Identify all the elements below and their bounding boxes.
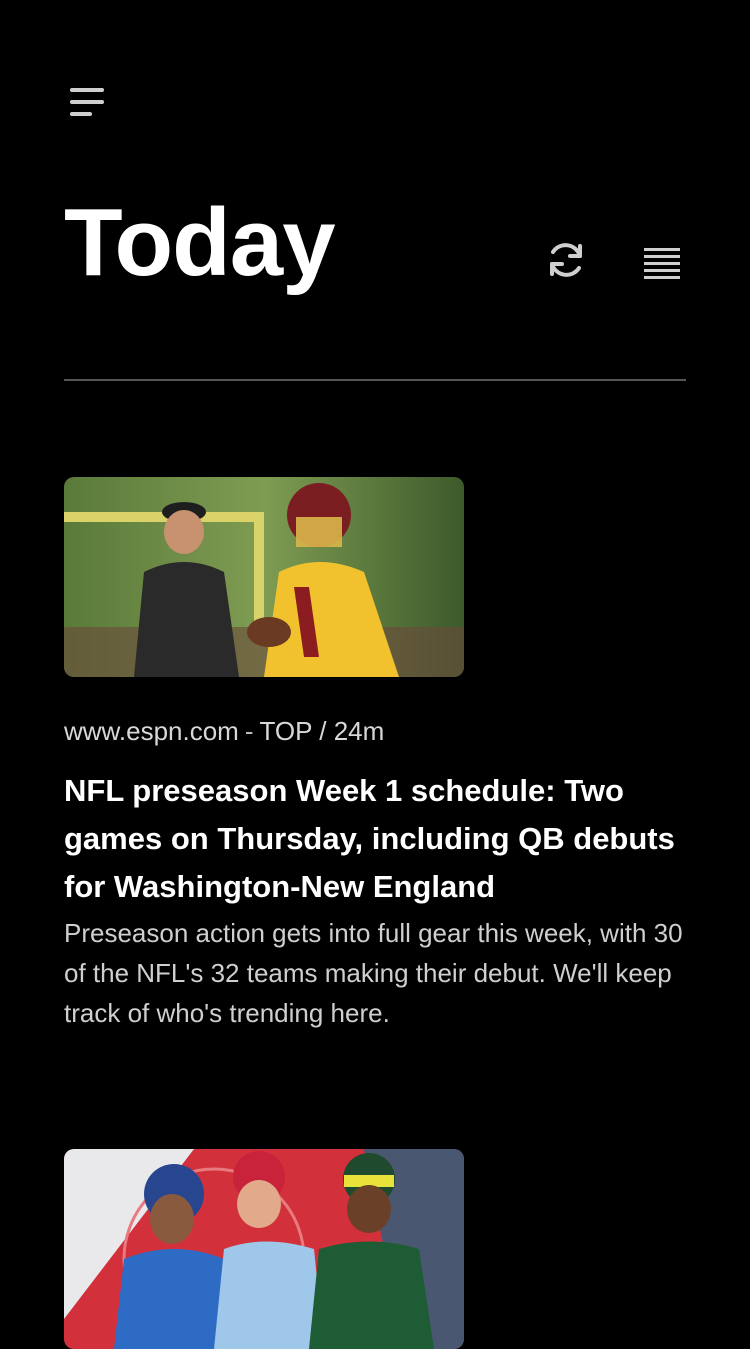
list-view-button[interactable] — [640, 244, 684, 280]
article-category: TOP / 24m — [259, 716, 385, 746]
page-title: Today — [64, 189, 336, 296]
article-headline[interactable]: NFL preseason Week 1 schedule: Two games… — [64, 767, 686, 911]
header-divider — [64, 379, 686, 381]
article-source: www.espn.com — [64, 716, 239, 746]
menu-line — [70, 100, 104, 104]
list-line — [644, 262, 680, 265]
menu-line — [70, 112, 92, 116]
list-line — [644, 276, 680, 279]
menu-line — [70, 88, 104, 92]
list-line — [644, 269, 680, 272]
article-meta: www.espn.com - TOP / 24m — [64, 713, 686, 749]
list-line — [644, 255, 680, 258]
list-line — [644, 248, 680, 251]
article-summary: Preseason action gets into full gear thi… — [64, 918, 683, 1028]
article-card[interactable]: www.espn.com - TOP / 24m NFL preseason Wee… — [64, 477, 686, 1033]
refresh-button[interactable] — [544, 238, 588, 282]
article-thumbnail[interactable] — [64, 477, 464, 677]
article-card[interactable] — [64, 1149, 686, 1349]
menu-button[interactable] — [68, 86, 108, 120]
meta-separator: - — [244, 716, 254, 746]
refresh-icon — [550, 243, 582, 277]
article-thumbnail[interactable] — [64, 1149, 464, 1349]
